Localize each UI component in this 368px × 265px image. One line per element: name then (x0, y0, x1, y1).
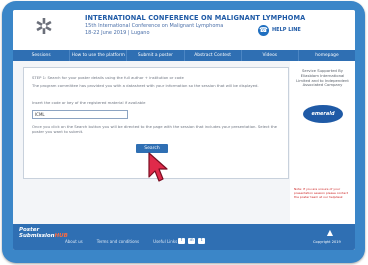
step-instructions: STEP 1: Search for your poster details u… (32, 75, 184, 80)
info-text: The program committee has provided you w… (32, 83, 259, 88)
footer-link-about[interactable]: About us (65, 239, 83, 244)
browser-screen: ✲ INTERNATIONAL CONFERENCE ON MALIGNANT … (13, 10, 355, 250)
footer-logo-line2: Submission (19, 233, 55, 239)
footer-copyright: Copyright 2019 (313, 240, 341, 244)
conference-subtitle: 15th International Conference on Maligna… (85, 23, 224, 29)
nav-item-homepage[interactable]: homepage (299, 50, 355, 61)
help-text: Once you click on the Search button you … (32, 124, 277, 134)
sponsor-text: Service Supported By Eliasblom Internati… (296, 68, 349, 88)
footer-link-terms[interactable]: Terms and conditions (97, 239, 139, 244)
sidebar-note: Note: If you are unsure of your presenta… (294, 187, 349, 199)
nav-item-videos[interactable]: Videos (242, 50, 299, 61)
social-links: f in t (178, 238, 205, 244)
mouse-pointer-icon (148, 152, 168, 182)
footer-link-useful[interactable]: Useful Links (153, 239, 177, 244)
hub-logo-icon: ▲ (326, 228, 334, 237)
input-prompt: Insert the code or key of the registered… (32, 100, 146, 105)
helpline-label: HELP LINE (272, 27, 301, 33)
nav-item-abstract-contest[interactable]: Abstract Contest (185, 50, 242, 61)
tablet-frame: ✲ INTERNATIONAL CONFERENCE ON MALIGNANT … (2, 1, 365, 263)
flower-logo-icon: ✲ (34, 15, 54, 40)
nav-item-submit-poster[interactable]: Submit a poster (127, 50, 185, 61)
facebook-icon[interactable]: f (178, 238, 185, 244)
sponsor-logo[interactable]: emerald oncology (303, 105, 343, 135)
footer-logo: Poster SubmissionHUB (19, 227, 68, 239)
nav-item-sessions[interactable]: Sessions (13, 50, 71, 61)
conference-title: INTERNATIONAL CONFERENCE ON MALIGNANT LY… (85, 14, 306, 22)
sponsor-sidebar: Service Supported By Eliasblom Internati… (290, 61, 355, 250)
twitter-icon[interactable]: t (198, 238, 205, 244)
footer-links: About us Terms and conditions Useful Lin… (65, 239, 177, 244)
linkedin-icon[interactable]: in (188, 238, 195, 244)
nav-item-how-to[interactable]: How to use the platform (70, 50, 128, 61)
phone-icon: ☎ (258, 24, 269, 36)
search-panel: STEP 1: Search for your poster details u… (23, 67, 289, 182)
main-nav: Sessions How to use the platform Submit … (13, 50, 355, 61)
site-header: ✲ INTERNATIONAL CONFERENCE ON MALIGNANT … (13, 10, 355, 50)
code-input[interactable]: ICML (32, 110, 128, 119)
helpline-link[interactable]: ☎ HELP LINE (258, 24, 301, 36)
conference-dates: 18-22 June 2019 | Lugano (85, 30, 150, 36)
site-footer: Poster SubmissionHUB About us Terms and … (13, 224, 355, 250)
